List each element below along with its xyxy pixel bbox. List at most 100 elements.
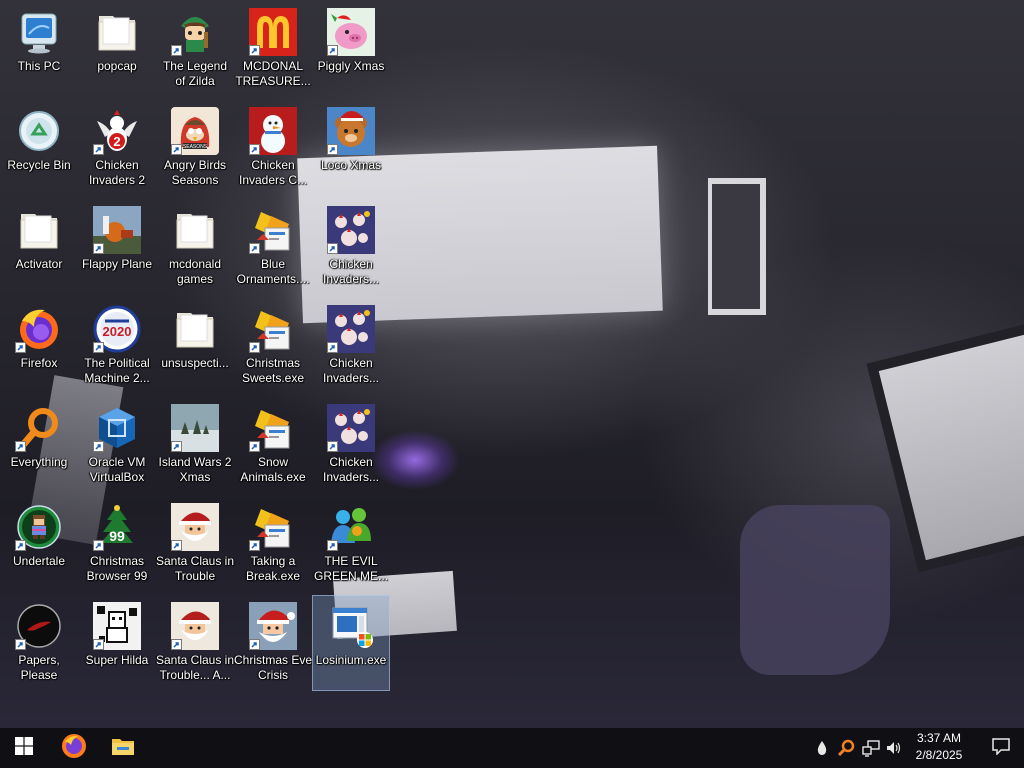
christmas-tree-icon: 99 xyxy=(93,503,141,551)
santa-trouble-icon xyxy=(171,503,219,551)
desktop-icon-item[interactable]: Santa Claus in Trouble... A... xyxy=(156,596,234,690)
desktop-icon-item[interactable]: Papers, Please xyxy=(1,596,77,690)
desktop-icon-item[interactable]: THE EVIL GREEN ME... xyxy=(313,497,389,591)
desktop-icon-item[interactable]: Christmas Sweets.exe xyxy=(235,299,311,393)
desktop-icon-label: Papers, Please xyxy=(18,653,60,682)
everything-search-icon xyxy=(15,404,63,452)
shortcut-arrow-icon xyxy=(249,441,260,452)
desktop-icon-item[interactable]: Chicken Invaders... xyxy=(313,200,389,294)
shortcut-arrow-icon xyxy=(93,243,104,254)
desktop-icon-item[interactable]: Loco Xmas xyxy=(313,101,389,195)
taskbar-firefox-button[interactable] xyxy=(50,728,98,768)
desktop-icon-label: Losinium.exe xyxy=(315,653,387,667)
desktop-icon-item[interactable]: Everything xyxy=(1,398,77,492)
desktop-icon-label: This PC xyxy=(17,59,61,73)
shortcut-arrow-icon xyxy=(171,639,182,650)
desktop-icon-item[interactable]: 2 Chicken Invaders 2 xyxy=(79,101,155,195)
desktop-icon-item[interactable]: Taking a Break.exe xyxy=(235,497,311,591)
shortcut-arrow-icon xyxy=(249,144,260,155)
start-button[interactable] xyxy=(0,728,48,768)
desktop-icon-item[interactable]: Island Wars 2 Xmas xyxy=(157,398,233,492)
desktop-icon-label: unsuspecti... xyxy=(161,356,229,370)
svg-text:99: 99 xyxy=(109,528,125,544)
shortcut-arrow-icon xyxy=(327,144,338,155)
file-explorer-icon xyxy=(111,735,135,762)
desktop-icon-label: popcap xyxy=(97,59,137,73)
desktop-icon-item[interactable]: Losinium.exe xyxy=(312,595,390,691)
desktop-icon-item[interactable]: Flappy Plane xyxy=(79,200,155,294)
desktop-icon-label: THE EVIL GREEN ME... xyxy=(313,554,388,583)
shortcut-arrow-icon xyxy=(15,639,26,650)
action-center-button[interactable] xyxy=(978,728,1024,768)
firefox-icon xyxy=(61,733,87,764)
shortcut-arrow-icon xyxy=(327,540,338,551)
desktop-icon-item[interactable]: 99 Christmas Browser 99 xyxy=(79,497,155,591)
action-center-icon xyxy=(991,737,1011,760)
desktop-icon-label: Chicken Invaders... xyxy=(322,356,380,385)
losinium-app-icon xyxy=(327,602,375,650)
desktop-icon-label: Angry Birds Seasons xyxy=(163,158,227,187)
folder-icon xyxy=(15,206,63,254)
desktop-icon-label: Island Wars 2 Xmas xyxy=(158,455,232,484)
desktop-icon-label: Chicken Invaders... xyxy=(322,257,380,286)
desktop-icon-item[interactable]: Santa Claus in Trouble xyxy=(156,497,234,591)
desktop-icon-item[interactable]: Oracle VM VirtualBox xyxy=(79,398,155,492)
desktop-icon-label: Everything xyxy=(10,455,68,469)
desktop-icon-label: Chicken Invaders... xyxy=(322,455,380,484)
desktop-icon-item[interactable]: 2020 The Political Machine 2... xyxy=(79,299,155,393)
desktop-icon-label: Christmas Sweets.exe xyxy=(241,356,305,385)
clock-time: 3:37 AM xyxy=(916,731,962,745)
desktop-icon-item[interactable]: Super Hilda xyxy=(79,596,155,690)
desktop-icon-item[interactable]: Piggly Xmas xyxy=(313,2,389,96)
tray-water-drop[interactable] xyxy=(812,738,832,758)
windows-start-icon xyxy=(15,736,33,760)
shortcut-arrow-icon xyxy=(327,441,338,452)
chicken-invaders-icon xyxy=(327,206,375,254)
desktop-icon-item[interactable]: Firefox xyxy=(1,299,77,393)
desktop-icon-label: Undertale xyxy=(12,554,66,568)
clock-date: 2/8/2025 xyxy=(915,748,963,762)
chicken-invaders-icon xyxy=(327,404,375,452)
tray-volume[interactable] xyxy=(884,738,904,758)
desktop-icon-label: Chicken Invaders 2 xyxy=(88,158,146,187)
desktop-icon-item[interactable]: Activator xyxy=(1,200,77,294)
desktop-icon-label: Firefox xyxy=(20,356,58,370)
installer-icon xyxy=(249,206,297,254)
chicken-invaders-icon xyxy=(327,305,375,353)
zilda-character-icon xyxy=(171,8,219,56)
desktop-icon-item[interactable]: Christmas Eve Crisis xyxy=(234,596,312,690)
shortcut-arrow-icon xyxy=(171,540,182,551)
tray-network[interactable] xyxy=(861,738,881,758)
desktop-icon-item[interactable]: Blue Ornaments.... xyxy=(235,200,311,294)
desktop-icon-item[interactable]: Chicken Invaders C... xyxy=(235,101,311,195)
undertale-icon xyxy=(15,503,63,551)
desktop-icon-item[interactable]: mcdonald games xyxy=(157,200,233,294)
desktop-icon-item[interactable]: This PC xyxy=(1,2,77,96)
desktop-icon-item[interactable]: The Legend of Zilda xyxy=(157,2,233,96)
folder-icon xyxy=(93,8,141,56)
shortcut-arrow-icon xyxy=(93,342,104,353)
desktop-icon-label: Activator xyxy=(15,257,63,271)
desktop-icon-label: Recycle Bin xyxy=(7,158,71,172)
shortcut-arrow-icon xyxy=(93,540,104,551)
shortcut-arrow-icon xyxy=(249,639,260,650)
desktop-icon-item[interactable]: Snow Animals.exe xyxy=(235,398,311,492)
desktop-icon-label: Blue Ornaments.... xyxy=(236,257,310,286)
desktop-icon-item[interactable]: unsuspecti... xyxy=(157,299,233,393)
desktop-icon-item[interactable]: Chicken Invaders... xyxy=(313,398,389,492)
desktop-icon-label: MCDONAL TREASURE... xyxy=(235,59,311,88)
desktop-icon-item[interactable]: popcap xyxy=(79,2,155,96)
shortcut-arrow-icon xyxy=(15,540,26,551)
desktop-icon-item[interactable]: SEASONS Angry Birds Seasons xyxy=(157,101,233,195)
desktop-icon-item[interactable]: MCDONAL TREASURE... xyxy=(235,2,311,96)
shortcut-arrow-icon xyxy=(93,441,104,452)
desktop-icon-item[interactable]: Chicken Invaders... xyxy=(313,299,389,393)
desktop-icon-label: The Legend of Zilda xyxy=(162,59,228,88)
taskbar-file-explorer-button[interactable] xyxy=(99,728,147,768)
this-pc-icon xyxy=(15,8,63,56)
chicken-invaders-2-icon: 2 xyxy=(93,107,141,155)
desktop-icon-item[interactable]: Recycle Bin xyxy=(1,101,77,195)
taskbar-clock[interactable]: 3:37 AM 2/8/2025 xyxy=(907,730,971,766)
tray-everything[interactable] xyxy=(836,738,856,758)
desktop-icon-item[interactable]: Undertale xyxy=(1,497,77,591)
